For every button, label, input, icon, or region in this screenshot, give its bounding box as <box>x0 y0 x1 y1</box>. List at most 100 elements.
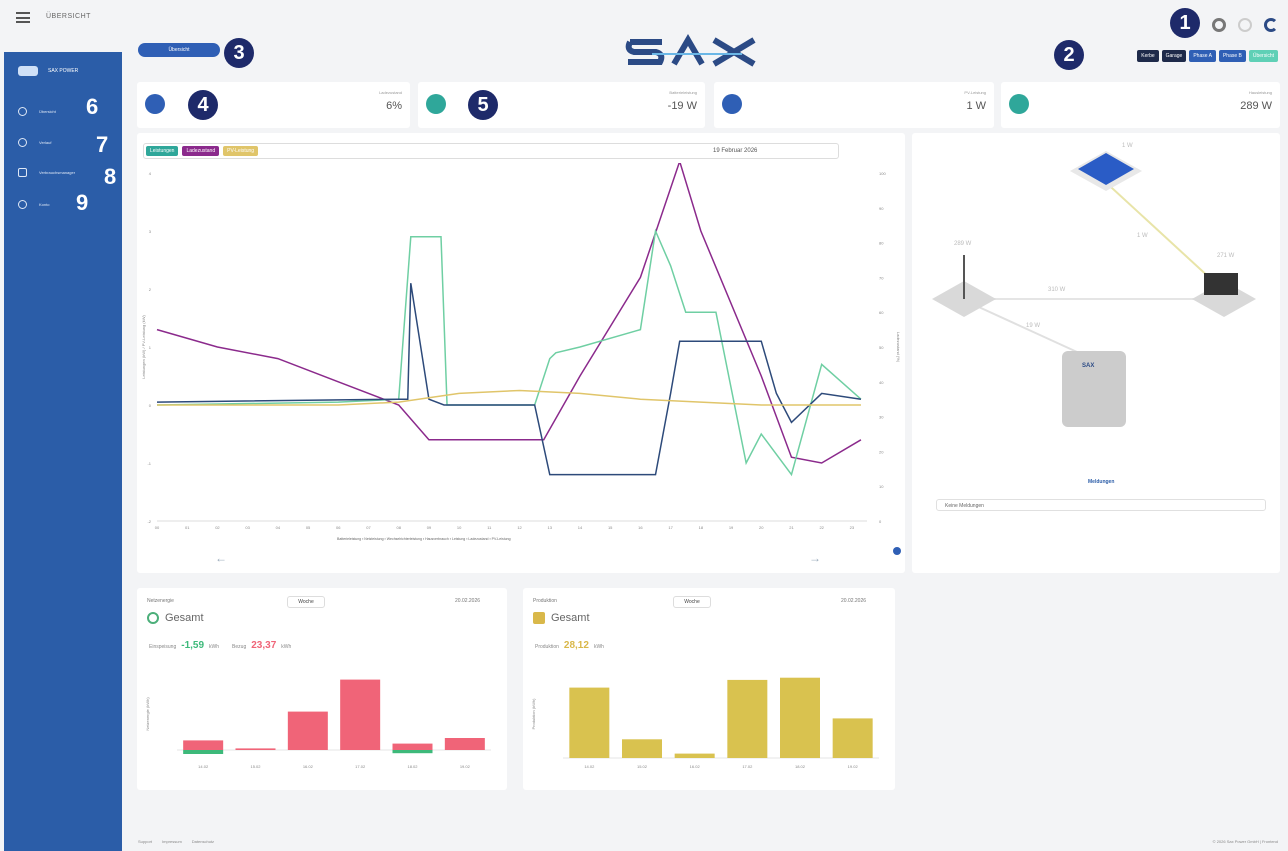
moon-icon[interactable] <box>1238 18 1252 32</box>
x-tick-label: 18 <box>699 525 704 530</box>
annotation-number: 6 <box>86 94 99 119</box>
y2-tick-label: 60 <box>879 310 884 315</box>
phase-button[interactable]: Phase B <box>1218 50 1246 62</box>
production-card: Produktion Woche 20.02.2026 Gesamt Produ… <box>523 588 895 790</box>
bar <box>622 739 662 758</box>
main-chart-card: Leistungen Ladezustand PV-Leistung 19 Fe… <box>137 133 905 573</box>
week-button[interactable]: Woche <box>673 596 711 608</box>
grid-power-label: 289 W <box>954 241 972 247</box>
gear-icon[interactable] <box>1212 18 1226 32</box>
line-chart: -2-101234010203040506070809010000 01 02 03 0… <box>141 163 901 530</box>
y2-tick-label: 0 <box>879 519 882 524</box>
y2-tick-label: 80 <box>879 241 884 246</box>
consumption-unit: kWh <box>281 644 292 650</box>
bar <box>832 718 873 758</box>
stat-value: 1 W <box>966 100 986 112</box>
bar <box>780 677 820 758</box>
consumption-label: Bezug <box>232 644 247 650</box>
arrow-left-icon[interactable]: ← <box>215 551 227 565</box>
x-tick-label: 20 <box>759 525 764 530</box>
x-tick-label: 17 <box>668 525 673 530</box>
footer-link[interactable]: Impressum <box>162 839 182 844</box>
sidebar-item-history[interactable]: Verlauf <box>18 138 51 147</box>
grid-energy-card: Netzenergie Woche 20.02.2026 Gesamt Eins… <box>137 588 507 790</box>
footer-link[interactable]: Support <box>138 839 152 844</box>
x-tick-label: 18.02 <box>795 764 806 769</box>
battery-power-icon <box>426 94 446 114</box>
x-tick-label: 09 <box>427 525 432 530</box>
chip-leistungen[interactable]: Leistungen <box>146 146 179 156</box>
clock-icon <box>18 107 27 116</box>
sidebar-item-label: Verbrauchsmanager <box>39 170 76 175</box>
y-tick-label: 0 <box>149 403 152 408</box>
grid-to-house-label: 310 W <box>1048 287 1066 293</box>
brand-logo-icon <box>18 66 38 76</box>
messages-item[interactable]: Keine Meldungen <box>936 499 1266 511</box>
menu-icon[interactable] <box>16 12 30 23</box>
card-date[interactable]: 20.02.2026 <box>455 598 480 604</box>
stat-label: Ladezustand <box>379 90 402 95</box>
overview-tab-pill[interactable]: Übersicht <box>138 43 220 57</box>
bar <box>392 743 433 750</box>
week-button[interactable]: Woche <box>287 596 325 608</box>
sidebar-brand[interactable]: SAX POWER <box>18 66 78 76</box>
grid-tower-icon <box>147 612 159 624</box>
arrow-right-icon[interactable]: → <box>809 551 821 565</box>
stat-value: -19 W <box>667 100 697 112</box>
x-tick-label: 06 <box>336 525 341 530</box>
phase-button[interactable]: Garage <box>1161 50 1187 62</box>
x-tick-label: 00 <box>155 525 160 530</box>
x-tick-label: 07 <box>366 525 371 530</box>
production-unit: kWh <box>593 644 604 650</box>
chip-pv[interactable]: PV-Leistung <box>223 146 259 156</box>
annotation-marker: 2 <box>1054 40 1084 70</box>
y2-tick-label: 100 <box>879 171 886 176</box>
bar <box>569 687 610 758</box>
footer-link[interactable]: Datenschutz <box>192 839 214 844</box>
sidebar-item-consumption-manager[interactable]: Verbrauchsmanager <box>18 168 75 177</box>
stat-label: Hausleistung <box>1248 90 1272 95</box>
x-tick-label: 17.02 <box>742 764 753 769</box>
battery-logo-label: SAX <box>1082 363 1095 369</box>
phase-button[interactable]: Phase A <box>1189 50 1216 62</box>
x-tick-label: 16.02 <box>303 764 314 769</box>
sync-icon <box>18 138 27 147</box>
card-date[interactable]: 20.02.2026 <box>841 598 866 604</box>
annotation-number: 9 <box>76 190 89 215</box>
x-tick-label: 01 <box>185 525 190 530</box>
user-icon <box>18 200 27 209</box>
sidebar-item-overview[interactable]: Übersicht <box>18 107 56 116</box>
y2-tick-label: 90 <box>879 206 884 211</box>
messages-title: Meldungen <box>1088 479 1115 485</box>
chart-legend: Batterieleistung ▪ Netzleistung ▪ Wechse… <box>337 537 511 541</box>
phase-button[interactable]: Übersicht <box>1248 50 1278 62</box>
y-tick-label: 2 <box>149 287 152 292</box>
energy-flow-card: 1 W 1 W 289 W 310 W 271 W 19 W SAX Meldu… <box>912 133 1280 573</box>
sidebar-item-account[interactable]: Konto <box>18 200 49 209</box>
phase-button[interactable]: Kerbe <box>1137 50 1159 62</box>
chart-date[interactable]: 19 Februar 2026 <box>713 148 757 154</box>
bar <box>674 753 715 758</box>
production-label: Produktion <box>535 644 559 650</box>
solar-panel-icon <box>722 94 742 114</box>
stat-card-house: Hausleistung 289 W <box>1001 82 1280 128</box>
chip-ladezustand[interactable]: Ladezustand <box>182 146 220 156</box>
info-icon[interactable] <box>893 547 901 555</box>
stat-value: 289 W <box>1240 100 1272 112</box>
y2-tick-label: 70 <box>879 275 884 280</box>
stat-card-battery-power: Batterieleistung -19 W <box>418 82 705 128</box>
top-icons <box>1212 18 1278 32</box>
x-tick-label: 19.02 <box>460 764 471 769</box>
x-tick-label: 08 <box>396 525 401 530</box>
refresh-icon[interactable] <box>1264 18 1278 32</box>
pv-to-house-label: 1 W <box>1137 233 1148 239</box>
x-tick-label: 21 <box>789 525 794 530</box>
sidebar-item-label: Übersicht <box>39 109 56 114</box>
card-title: Gesamt <box>165 612 204 624</box>
bar <box>340 679 381 750</box>
energy-flow-diagram <box>932 151 1256 427</box>
y-tick-label: 1 <box>149 345 152 350</box>
stat-label: PV-Leistung <box>964 90 986 95</box>
y-tick-label: -2 <box>147 519 151 524</box>
y-axis-label: Produktion (kWh) <box>531 698 536 730</box>
